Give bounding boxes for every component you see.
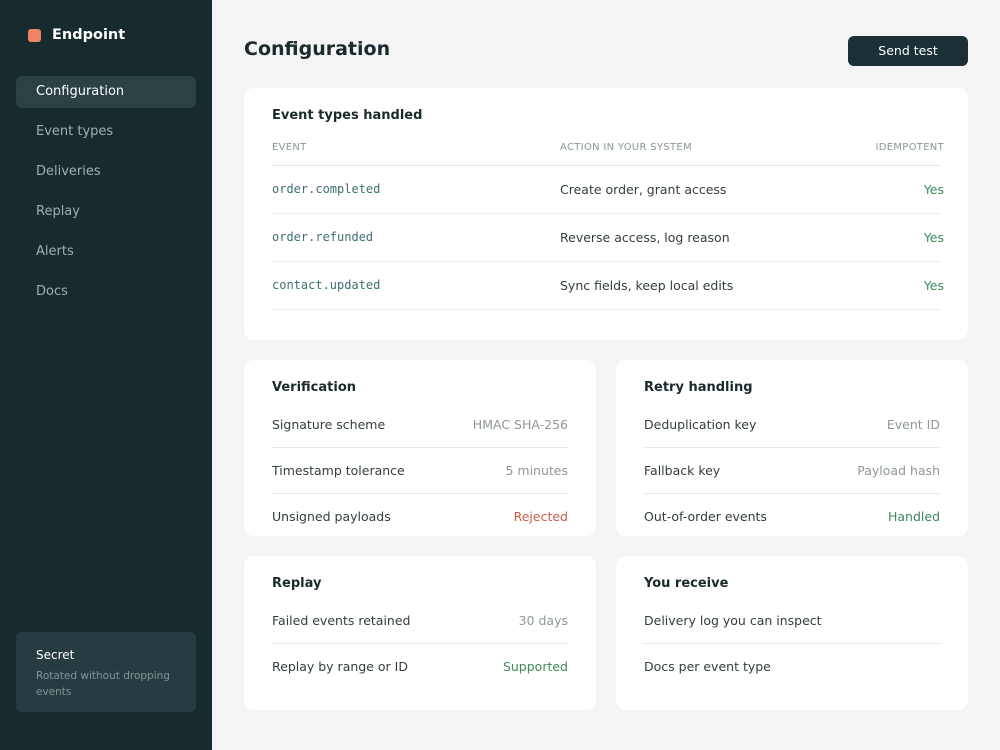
card-title: You receive [644,576,729,591]
event-name: order.completed [272,182,381,196]
setting-value: 30 days [518,613,568,628]
setting-row: Out-of-order events Handled [644,494,940,540]
table-header: EVENT ACTION IN YOUR SYSTEM IDEMPOTENT [272,142,944,166]
idempotent-value: Yes [923,278,944,293]
setting-label: Timestamp tolerance [272,463,405,478]
setting-value: Rejected [513,509,568,524]
sidebar-item-configuration[interactable]: Configuration [16,76,196,108]
setting-value: Event ID [886,417,940,432]
setting-row: Failed events retained 30 days [272,598,568,644]
event-name: contact.updated [272,278,381,292]
setting-label: Signature scheme [272,417,386,432]
sidebar-item-replay[interactable]: Replay [16,196,196,228]
secret-description: Rotated without dropping events [36,670,170,698]
setting-label: Failed events retained [272,613,411,628]
setting-label: Replay by range or ID [272,659,408,674]
brand-logo-icon [28,28,41,42]
you-receive-card: You receive Delivery log you can inspect… [616,556,968,710]
setting-value: Handled [887,509,940,524]
card-title: Retry handling [644,380,753,395]
setting-value: HMAC SHA-256 [472,417,568,432]
secret-title: Secret [36,648,75,662]
column-header-event: EVENT [272,142,307,153]
sidebar-item-event-types[interactable]: Event types [16,116,196,148]
setting-row: Signature scheme HMAC SHA-256 [272,402,568,448]
card-title: Replay [272,576,322,591]
setting-value: Payload hash [857,463,940,478]
send-test-button[interactable]: Send test [848,36,968,66]
card-title: Event types handled [272,108,423,123]
event-action: Create order, grant access [560,182,727,197]
setting-value: Supported [502,659,568,674]
sidebar-nav: Configuration Event types Deliveries Rep… [16,76,196,316]
secret-panel: Secret Rotated without dropping events [16,632,196,712]
list-item-label: Docs per event type [644,659,771,674]
card-title: Verification [272,380,357,395]
setting-row: Fallback key Payload hash [644,448,940,494]
page-title: Configuration [244,38,391,60]
brand[interactable]: Endpoint [28,27,125,43]
event-action: Reverse access, log reason [560,230,730,245]
sidebar-item-docs[interactable]: Docs [16,276,196,308]
setting-label: Out-of-order events [644,509,767,524]
replay-card: Replay Failed events retained 30 days Re… [244,556,596,710]
verification-card: Verification Signature scheme HMAC SHA-2… [244,360,596,536]
setting-row: Unsigned payloads Rejected [272,494,568,540]
setting-row: Deduplication key Event ID [644,402,940,448]
column-header-idempotent: IDEMPOTENT [875,142,944,153]
setting-label: Deduplication key [644,417,757,432]
idempotent-value: Yes [923,230,944,245]
sidebar: Endpoint Configuration Event types Deliv… [0,0,212,750]
setting-row: Replay by range or ID Supported [272,644,568,690]
event-name: order.refunded [272,230,374,244]
event-types-card: Event types handled EVENT ACTION IN YOUR… [244,88,968,340]
sidebar-item-alerts[interactable]: Alerts [16,236,196,268]
list-item: Delivery log you can inspect [644,598,940,644]
event-action: Sync fields, keep local edits [560,278,734,293]
table-row[interactable]: contact.updated Sync fields, keep local … [272,262,944,310]
table-row[interactable]: order.completed Create order, grant acce… [272,166,944,214]
retry-handling-card: Retry handling Deduplication key Event I… [616,360,968,536]
setting-label: Unsigned payloads [272,509,391,524]
list-item: Docs per event type [644,644,940,690]
setting-label: Fallback key [644,463,721,478]
column-header-action: ACTION IN YOUR SYSTEM [560,142,692,153]
list-item-label: Delivery log you can inspect [644,613,822,628]
table-row[interactable]: order.refunded Reverse access, log reaso… [272,214,944,262]
sidebar-item-deliveries[interactable]: Deliveries [16,156,196,188]
setting-row: Timestamp tolerance 5 minutes [272,448,568,494]
idempotent-value: Yes [923,182,944,197]
brand-name: Endpoint [52,27,126,43]
setting-value: 5 minutes [505,463,568,478]
